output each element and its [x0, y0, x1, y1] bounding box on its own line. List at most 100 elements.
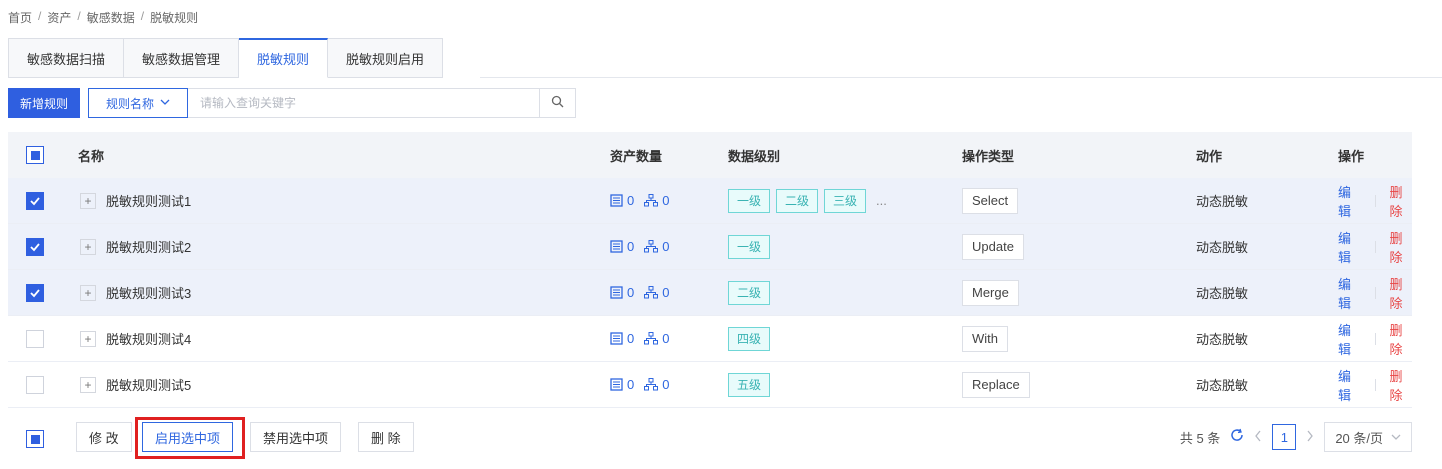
- select-all-checkbox[interactable]: [26, 146, 44, 164]
- header-assets: 资产数量: [610, 148, 663, 164]
- level-tag: 三级: [824, 188, 867, 213]
- ops-divider: [1374, 378, 1376, 391]
- action-text: 动态脱敏: [1196, 286, 1249, 301]
- op-type-tag: Update: [962, 233, 1024, 260]
- pagination: 共 5 条 1 20 条/页: [1180, 422, 1412, 452]
- filter-field-label: 规则名称: [106, 96, 155, 111]
- level-tag: 五级: [728, 372, 771, 397]
- level-tag: 四级: [728, 326, 771, 351]
- more-levels-indicator[interactable]: ...: [876, 193, 887, 208]
- tab-sensitive-manage[interactable]: 敏感数据管理: [124, 38, 240, 78]
- table-row: + 脱敏规则测试2 0 0 一级 Update 动态脱敏 编辑 删除: [8, 224, 1412, 270]
- breadcrumb-assets[interactable]: 资产: [47, 9, 71, 26]
- edit-link[interactable]: 编辑: [1338, 228, 1361, 266]
- search-input[interactable]: [188, 88, 541, 118]
- tab-masking-rules[interactable]: 脱敏规则: [239, 38, 329, 78]
- delete-selected-button[interactable]: 删 除: [358, 422, 414, 452]
- edit-link[interactable]: 编辑: [1338, 366, 1361, 404]
- table-list-icon: [610, 332, 623, 345]
- search-button[interactable]: [540, 88, 577, 118]
- asset-count[interactable]: 0 0: [610, 193, 669, 208]
- delete-link[interactable]: 删除: [1389, 274, 1412, 312]
- rule-name: 脱敏规则测试3: [106, 286, 192, 301]
- filter-field-select[interactable]: 规则名称: [88, 88, 189, 118]
- expand-row-button[interactable]: +: [80, 330, 96, 347]
- footer-select-all-checkbox[interactable]: [26, 430, 44, 448]
- header-ops: 操作: [1338, 148, 1365, 164]
- action-text: 动态脱敏: [1196, 194, 1249, 209]
- header-action: 动作: [1196, 148, 1223, 164]
- ops-divider: [1374, 240, 1376, 253]
- page-number-current[interactable]: 1: [1272, 424, 1297, 450]
- expand-row-button[interactable]: +: [80, 376, 96, 393]
- ops-divider: [1374, 286, 1376, 299]
- table-footer: 修 改 启用选中项 禁用选中项 删 除 共 5 条 1 20 条/页: [8, 408, 1412, 468]
- asset-count[interactable]: 0 0: [610, 331, 669, 346]
- row-checkbox[interactable]: [26, 191, 44, 210]
- delete-link[interactable]: 删除: [1389, 320, 1412, 358]
- asset-count[interactable]: 0 0: [610, 239, 669, 254]
- disable-selected-button[interactable]: 禁用选中项: [250, 422, 342, 452]
- level-tag: 一级: [728, 234, 771, 259]
- header-name: 名称: [78, 148, 105, 164]
- breadcrumb-separator: /: [140, 9, 145, 23]
- total-count: 共 5 条: [1179, 430, 1221, 446]
- level-tag: 二级: [776, 188, 819, 213]
- action-text: 动态脱敏: [1196, 378, 1249, 393]
- hierarchy-icon: [644, 194, 659, 207]
- tab-sensitive-scan[interactable]: 敏感数据扫描: [8, 38, 125, 78]
- add-rule-button[interactable]: 新增规则: [8, 88, 81, 118]
- expand-row-button[interactable]: +: [80, 238, 96, 255]
- ops-divider: [1374, 194, 1376, 207]
- table-list-icon: [610, 378, 623, 391]
- row-checkbox[interactable]: [26, 283, 44, 302]
- chevron-down-icon: [160, 96, 170, 110]
- chevron-right-icon[interactable]: [1306, 429, 1314, 445]
- op-type-tag: Replace: [962, 371, 1030, 398]
- page-size-select[interactable]: 20 条/页: [1324, 422, 1412, 452]
- hierarchy-icon: [644, 332, 659, 345]
- delete-link[interactable]: 删除: [1389, 366, 1412, 404]
- breadcrumb-home[interactable]: 首页: [8, 9, 32, 26]
- asset-count[interactable]: 0 0: [610, 377, 669, 392]
- op-type-tag: Select: [962, 187, 1019, 214]
- row-checkbox[interactable]: [26, 375, 44, 394]
- delete-link[interactable]: 删除: [1389, 228, 1412, 266]
- page-size-label: 20 条/页: [1335, 430, 1383, 446]
- tabs-divider: [480, 77, 1442, 78]
- hierarchy-icon: [644, 240, 659, 253]
- edit-link[interactable]: 编辑: [1338, 320, 1361, 358]
- search-icon: [551, 95, 564, 111]
- rule-name: 脱敏规则测试5: [106, 378, 192, 393]
- rule-name: 脱敏规则测试4: [106, 332, 192, 347]
- chevron-down-icon: [1391, 430, 1401, 445]
- table-list-icon: [610, 240, 623, 253]
- table-header: 名称 资产数量 数据级别 操作类型 动作 操作: [8, 132, 1412, 178]
- rules-table: 名称 资产数量 数据级别 操作类型 动作 操作 + 脱敏规则测试1 0 0 一级…: [8, 132, 1412, 408]
- op-type-tag: With: [962, 325, 1008, 352]
- table-row: + 脱敏规则测试1 0 0 一级 二级 三级 ... Select 动态脱敏 编…: [8, 178, 1412, 224]
- action-text: 动态脱敏: [1196, 332, 1249, 347]
- highlight-annotation-box: [135, 417, 245, 459]
- toolbar: 新增规则 规则名称: [8, 88, 577, 118]
- action-text: 动态脱敏: [1196, 240, 1249, 255]
- chevron-left-icon[interactable]: [1254, 429, 1262, 445]
- tab-masking-rule-enable[interactable]: 脱敏规则启用: [328, 38, 444, 78]
- delete-link[interactable]: 删除: [1389, 182, 1412, 220]
- refresh-icon[interactable]: [1230, 428, 1244, 447]
- expand-row-button[interactable]: +: [80, 192, 96, 209]
- level-tag: 二级: [728, 280, 771, 305]
- breadcrumb-separator: /: [77, 9, 81, 23]
- asset-count[interactable]: 0 0: [610, 285, 669, 300]
- expand-row-button[interactable]: +: [80, 284, 96, 301]
- level-tag: 一级: [728, 188, 771, 213]
- breadcrumb: 首页 / 资产 / 敏感数据 / 脱敏规则: [8, 9, 198, 26]
- modify-button[interactable]: 修 改: [76, 422, 132, 452]
- table-list-icon: [610, 286, 623, 299]
- breadcrumb-sensitive-data[interactable]: 敏感数据: [87, 9, 135, 26]
- header-level: 数据级别: [728, 148, 781, 164]
- edit-link[interactable]: 编辑: [1338, 274, 1361, 312]
- row-checkbox[interactable]: [26, 329, 44, 348]
- row-checkbox[interactable]: [26, 237, 44, 256]
- edit-link[interactable]: 编辑: [1338, 182, 1361, 220]
